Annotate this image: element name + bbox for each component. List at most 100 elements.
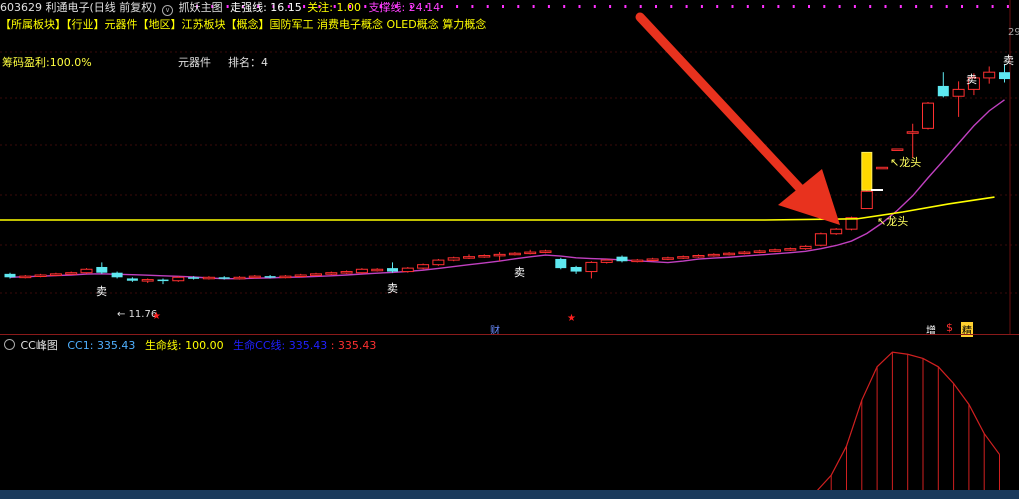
sell-marker: 卖 — [1003, 54, 1014, 67]
candle-body — [753, 250, 766, 253]
bottom-scroll-strip[interactable] — [0, 490, 1019, 499]
candle-body — [784, 248, 797, 251]
main-chart-pane[interactable]: 603629 利通电子(日线 前复权) ∨ 抓妖主图 走强线: 16.15 关注… — [0, 0, 1019, 337]
candle — [753, 249, 766, 254]
candle-body — [126, 278, 138, 281]
sub-indicator-pane[interactable]: CC峰图 CC1: 335.43 生命线: 100.00 生命CC线: 335.… — [0, 334, 1019, 499]
shengming-cc-value: 生命CC线: 335.43 — [233, 339, 328, 352]
signal-dot — [440, 5, 443, 8]
candle-body — [141, 279, 154, 282]
candle — [248, 275, 261, 279]
chevron-down-icon[interactable]: ∨ — [162, 5, 174, 16]
candle-body — [952, 88, 965, 97]
candle-body — [157, 279, 169, 282]
candle — [478, 254, 491, 258]
candle-body — [111, 272, 123, 278]
candle — [141, 278, 154, 284]
candle-body — [447, 257, 460, 261]
candle — [860, 190, 873, 210]
candle — [631, 258, 644, 263]
candle-body — [799, 245, 812, 250]
candle-body — [19, 275, 32, 279]
candle-body — [478, 255, 491, 258]
candle — [310, 272, 322, 277]
chart-title-row: 603629 利通电子(日线 前复权) ∨ 抓妖主图 走强线: 16.15 关注… — [0, 0, 440, 16]
candle-body — [325, 272, 338, 275]
stock-title[interactable]: 603629 利通电子(日线 前复权) — [0, 1, 157, 14]
candle-body — [80, 268, 93, 274]
candle — [463, 254, 475, 259]
signal-dot — [899, 5, 902, 8]
signal-dot — [746, 5, 749, 8]
signal-dot — [838, 5, 841, 8]
signal-dot — [624, 5, 627, 8]
candle-body — [355, 268, 368, 274]
candle-body — [600, 259, 613, 263]
signal-dot — [884, 5, 887, 8]
rank-label: 排名：4 — [228, 56, 268, 69]
sell-marker: 卖 — [96, 285, 107, 298]
signal-dot — [808, 5, 810, 8]
signal-dot — [991, 5, 994, 8]
candle — [49, 272, 62, 277]
candle — [661, 256, 674, 261]
candle-body — [539, 250, 552, 253]
candle — [814, 232, 827, 247]
candle — [906, 123, 919, 159]
signal-dot — [578, 5, 581, 8]
candle-body — [202, 276, 215, 280]
candle — [417, 263, 430, 270]
indicator-name[interactable]: 抓妖主图 — [179, 1, 223, 14]
candle — [157, 278, 169, 285]
candle — [677, 255, 690, 259]
signal-dot — [762, 5, 765, 8]
ma-line — [9, 99, 1005, 280]
candle-body — [814, 233, 827, 246]
signal-dot — [961, 5, 963, 8]
dollar-marker: $ — [946, 321, 953, 334]
candle-body — [387, 268, 398, 272]
candle — [19, 275, 32, 279]
candle-body — [65, 272, 78, 275]
zhuqiang-value: 走强线: 16.15 — [230, 1, 302, 14]
industry-label: 元器件 — [178, 56, 211, 69]
candle-body — [340, 271, 353, 274]
candle-body — [463, 256, 475, 259]
main-chart-canvas[interactable] — [0, 0, 1019, 334]
candle — [371, 268, 384, 272]
candle-body — [233, 276, 246, 280]
candle-body — [860, 190, 873, 210]
sub-indicator-name[interactable]: CC峰图 — [21, 339, 58, 352]
limit-up-candle — [861, 151, 873, 191]
signal-dot — [532, 5, 535, 8]
sector-info-row: 【所属板块】【行业】元器件【地区】江苏板块【概念】国防军工 消费电子概念 OLE… — [0, 18, 487, 31]
candle — [233, 276, 246, 280]
candle — [983, 66, 996, 84]
signal-dot — [563, 5, 566, 8]
signal-dot — [731, 5, 734, 8]
candle-body — [264, 276, 276, 278]
support-line — [0, 196, 995, 221]
candle-body — [4, 273, 16, 278]
candle-body — [570, 266, 582, 272]
red-arrow-annotation — [635, 12, 840, 225]
candle-body — [937, 85, 949, 97]
candle — [172, 276, 185, 282]
candle — [922, 101, 934, 130]
circle-icon[interactable] — [4, 339, 15, 350]
longtou-label: ↖龙头 — [890, 156, 922, 169]
candle-body — [738, 251, 751, 255]
candle — [65, 271, 78, 275]
candle — [707, 253, 720, 257]
candle-body — [96, 266, 108, 273]
candle — [585, 261, 598, 279]
chouma-label: 筹码盈利:100.0% — [2, 56, 92, 69]
candle — [600, 258, 613, 264]
signal-dot — [685, 5, 688, 8]
signal-dot — [915, 5, 918, 8]
candle — [279, 275, 292, 279]
candle-body — [188, 277, 200, 279]
candle — [830, 228, 843, 235]
candle-body — [983, 71, 996, 79]
candle-body — [616, 256, 628, 262]
